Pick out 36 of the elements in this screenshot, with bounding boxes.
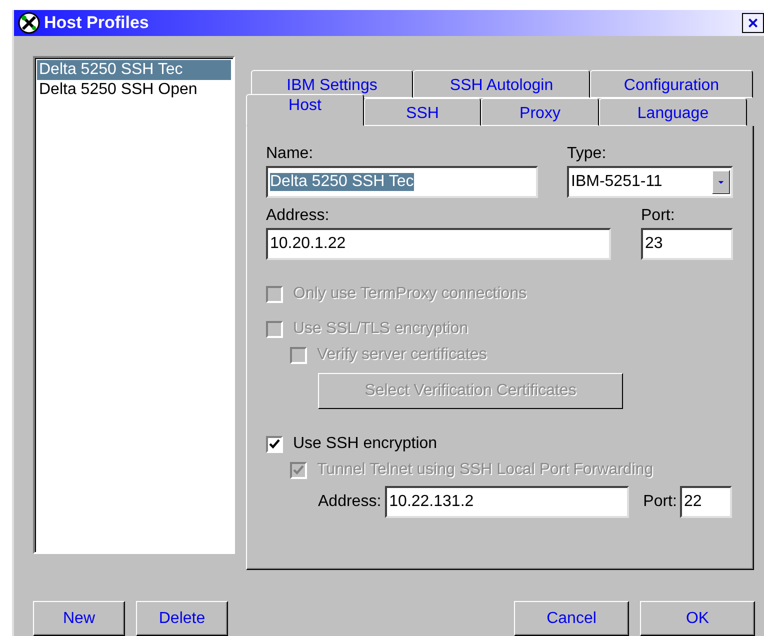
port-field[interactable]: 23 <box>641 228 733 260</box>
dialog-button[interactable]: Delete <box>136 601 228 636</box>
profile-list[interactable]: Delta 5250 SSH Tec Delta 5250 SSH Open <box>33 56 235 554</box>
address-label: Address: <box>266 206 330 226</box>
tunnel-port-label: Port: <box>643 492 677 512</box>
address-field[interactable]: 10.20.1.22 <box>266 228 611 260</box>
dialog-button[interactable]: OK <box>640 601 755 636</box>
checkbox-label: Verify server certificates <box>317 346 487 364</box>
tab[interactable]: IBM Settings <box>251 70 413 98</box>
tab[interactable]: Host <box>246 94 364 126</box>
tab[interactable]: Language <box>599 98 747 126</box>
port-label: Port: <box>641 206 676 226</box>
tab[interactable]: SSH <box>364 98 481 126</box>
checkbox-label: Use SSL/TLS encryption <box>293 320 468 338</box>
profile-item[interactable]: Delta 5250 SSH Open <box>37 80 231 100</box>
tab[interactable]: Proxy <box>481 98 599 126</box>
type-label: Type: <box>567 144 608 164</box>
name-label: Name: <box>266 144 314 164</box>
tab[interactable]: Configuration <box>590 70 753 98</box>
dropdown-arrow-icon[interactable] <box>712 170 730 194</box>
tunnel-address-field[interactable]: 10.22.131.2 <box>385 486 630 518</box>
window-title: Host Profiles <box>44 13 150 33</box>
tunnel-port-field[interactable]: 22 <box>680 486 732 518</box>
dialog-button[interactable]: Cancel <box>514 601 629 636</box>
close-button[interactable]: × <box>742 13 764 33</box>
dialog-button[interactable]: New <box>33 601 125 636</box>
name-field[interactable]: Delta 5250 SSH Tec <box>266 166 538 198</box>
checkbox-label: Only use TermProxy connections <box>293 285 527 303</box>
profile-item[interactable]: Delta 5250 SSH Tec <box>37 60 231 80</box>
tools-icon <box>18 12 40 34</box>
checkbox-label: Tunnel Telnet using SSH Local Port Forwarding <box>317 461 654 479</box>
tunnel-address-label: Address: <box>318 492 382 512</box>
tab[interactable]: SSH Autologin <box>413 70 590 98</box>
checkbox-label: Use SSH encryption <box>293 435 438 453</box>
checkbox[interactable] <box>266 436 283 452</box>
type-dropdown[interactable]: IBM-5251-11 <box>567 166 733 198</box>
